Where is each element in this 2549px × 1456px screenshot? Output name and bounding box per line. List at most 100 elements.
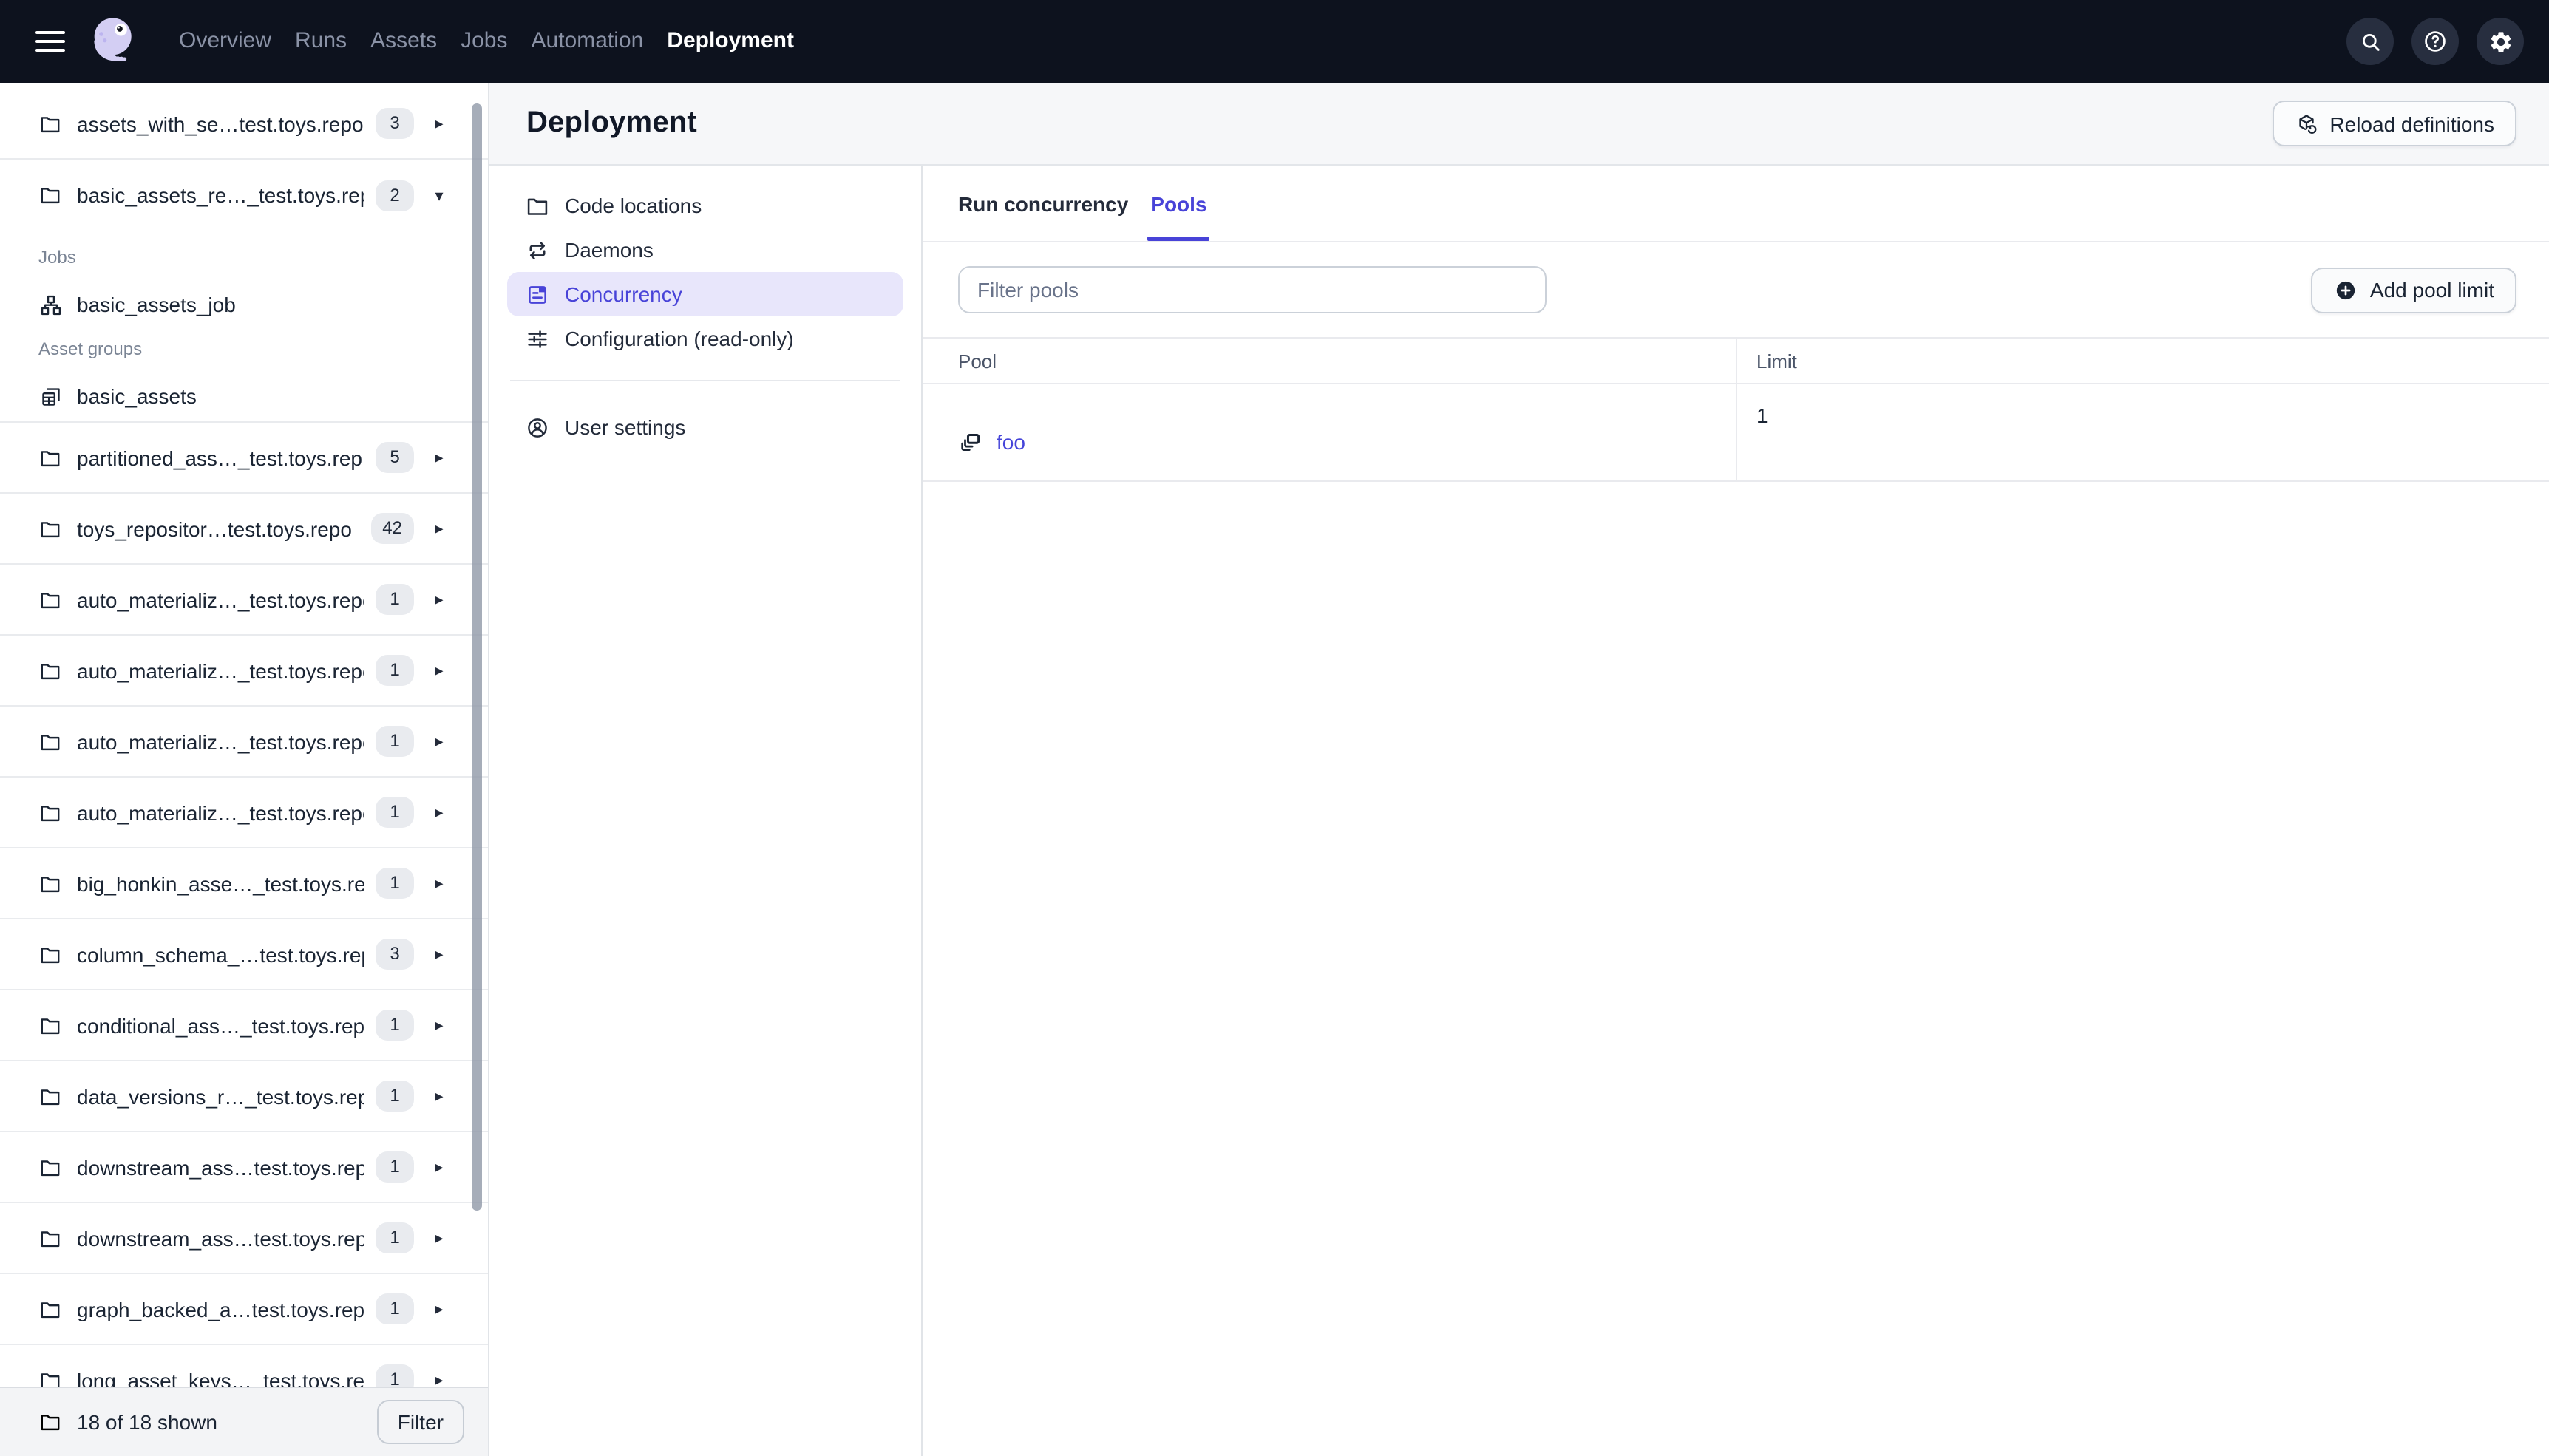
repo-count-badge: 1 bbox=[376, 1081, 414, 1112]
settings-nav-concurrency[interactable]: Concurrency bbox=[507, 272, 903, 316]
sidebar-repo-row[interactable]: data_versions_r…_test.toys.rep 1 ▸ bbox=[0, 1061, 488, 1132]
settings-nav-code-locations[interactable]: Code locations bbox=[507, 183, 903, 228]
section-label: Jobs bbox=[38, 247, 76, 268]
sidebar-repo-row[interactable]: conditional_ass…_test.toys.repo 1 ▸ bbox=[0, 990, 488, 1061]
chevron-right-icon[interactable]: ▸ bbox=[432, 661, 447, 680]
divider bbox=[510, 380, 900, 381]
menu-icon[interactable] bbox=[35, 31, 65, 52]
sidebar-repo-row[interactable]: auto_materializ…_test.toys.repo 1 ▸ bbox=[0, 707, 488, 778]
page-header: Deployment Reload definitions bbox=[489, 83, 2549, 166]
nav-item-assets[interactable]: Assets bbox=[370, 0, 437, 83]
sidebar-repo-row[interactable]: big_honkin_asse…_test.toys.rep 1 ▸ bbox=[0, 848, 488, 919]
chevron-right-icon[interactable]: ▸ bbox=[432, 114, 447, 133]
sidebar-repo-row[interactable]: downstream_ass…test.toys.rep 1 ▸ bbox=[0, 1132, 488, 1203]
chevron-right-icon[interactable]: ▸ bbox=[432, 1016, 447, 1035]
chevron-right-icon[interactable]: ▸ bbox=[432, 1299, 447, 1319]
reload-cube-icon bbox=[2294, 112, 2318, 135]
folder-icon bbox=[38, 800, 62, 824]
repo-label: toys_repositor…test.toys.repo bbox=[77, 517, 352, 540]
add-pool-limit-label: Add pool limit bbox=[2369, 278, 2494, 302]
sidebar-item-basic_assets_job[interactable]: basic_assets_job bbox=[38, 287, 449, 322]
repo-label: downstream_ass…test.toys.rep bbox=[77, 1226, 364, 1250]
repo-expanded-content: Jobs basic_assets_job Asset groups basic_as… bbox=[0, 231, 488, 423]
chevron-right-icon[interactable]: ▸ bbox=[432, 732, 447, 751]
chevron-right-icon[interactable]: ▸ bbox=[432, 945, 447, 964]
search-button[interactable] bbox=[2346, 18, 2394, 65]
repo-label: basic_assets_re…_test.toys.rep bbox=[77, 183, 364, 207]
chevron-right-icon[interactable]: ▸ bbox=[432, 1157, 447, 1177]
sidebar-repo-row[interactable]: assets_with_se…test.toys.repo 3 ▸ bbox=[0, 89, 488, 160]
repo-label: assets_with_se…test.toys.repo bbox=[77, 112, 364, 135]
filter-pools-input[interactable] bbox=[958, 266, 1547, 313]
help-button[interactable] bbox=[2411, 18, 2459, 65]
limit-value: 1 bbox=[1757, 404, 1768, 427]
sidebar-item-basic_assets[interactable]: basic_assets bbox=[38, 378, 449, 414]
nav-item-jobs[interactable]: Jobs bbox=[461, 0, 507, 83]
chevron-right-icon[interactable]: ▸ bbox=[432, 803, 447, 822]
table-row: foo 1 bbox=[923, 384, 2549, 482]
column-header-limit: Limit bbox=[1736, 339, 2549, 383]
limit-cell: 1 bbox=[1736, 384, 2549, 480]
chevron-right-icon[interactable]: ▸ bbox=[432, 519, 447, 538]
pool-link[interactable]: foo bbox=[997, 430, 1025, 454]
sidebar-repo-row[interactable]: basic_assets_re…_test.toys.rep 2 ▾ bbox=[0, 160, 488, 231]
reload-definitions-label: Reload definitions bbox=[2329, 112, 2494, 135]
repo-label: data_versions_r…_test.toys.rep bbox=[77, 1084, 364, 1108]
chevron-right-icon[interactable]: ▸ bbox=[432, 874, 447, 893]
nav-item-deployment[interactable]: Deployment bbox=[667, 0, 794, 83]
sidebar-item-label: basic_assets_job bbox=[77, 293, 236, 316]
repo-count-badge: 1 bbox=[376, 655, 414, 686]
chevron-right-icon[interactable]: ▸ bbox=[432, 448, 447, 467]
dagster-logo-icon[interactable] bbox=[86, 12, 145, 71]
settings-nav-daemons[interactable]: Daemons bbox=[507, 228, 903, 272]
sidebar-repo-row[interactable]: graph_backed_a…test.toys.repo 1 ▸ bbox=[0, 1274, 488, 1345]
settings-nav-label: Code locations bbox=[565, 194, 702, 217]
add-pool-limit-button[interactable]: Add pool limit bbox=[2310, 267, 2516, 313]
folder-icon bbox=[38, 517, 62, 540]
nav-item-runs[interactable]: Runs bbox=[295, 0, 347, 83]
sidebar-repo-row[interactable]: column_schema_…test.toys.rep 3 ▸ bbox=[0, 919, 488, 990]
repo-count-badge: 1 bbox=[376, 868, 414, 899]
repo-count-summary: 18 of 18 shown bbox=[77, 1410, 217, 1434]
folder-icon bbox=[38, 1226, 62, 1250]
concurrency-icon bbox=[525, 282, 550, 307]
nav-item-overview[interactable]: Overview bbox=[179, 0, 271, 83]
repo-label: auto_materializ…_test.toys.repo bbox=[77, 800, 364, 824]
tab-pools[interactable]: Pools bbox=[1147, 166, 1210, 241]
tab-run-concurrency[interactable]: Run concurrency bbox=[958, 166, 1128, 241]
settings-nav-configuration-read-only-[interactable]: Configuration (read-only) bbox=[507, 316, 903, 361]
nav-item-automation[interactable]: Automation bbox=[532, 0, 644, 83]
folder-icon bbox=[38, 729, 62, 753]
repo-count-badge: 1 bbox=[376, 1222, 414, 1253]
chevron-right-icon[interactable]: ▸ bbox=[432, 1086, 447, 1106]
dagster-app: Overview Runs Assets Jobs Automation Deployme… bbox=[0, 0, 2549, 1456]
settings-nav-user-settings[interactable]: User settings bbox=[507, 405, 903, 449]
sidebar-repo-row[interactable]: toys_repositor…test.toys.repo 42 ▸ bbox=[0, 494, 488, 565]
sidebar-repo-row[interactable]: long_asset_keys…_test.toys.rep 1 ▸ bbox=[0, 1345, 488, 1387]
repo-label: auto_materializ…_test.toys.repo bbox=[77, 729, 364, 753]
chevron-right-icon[interactable]: ▸ bbox=[432, 1228, 447, 1248]
repo-count-badge: 1 bbox=[376, 726, 414, 757]
reload-definitions-button[interactable]: Reload definitions bbox=[2272, 101, 2516, 146]
sidebar-scrollbar[interactable] bbox=[472, 103, 482, 1211]
pools-toolbar: Add pool limit bbox=[923, 242, 2549, 339]
sidebar-filter-button[interactable]: Filter bbox=[376, 1400, 464, 1444]
sidebar-repo-row[interactable]: auto_materializ…_test.toys.repo 1 ▸ bbox=[0, 636, 488, 707]
settings-button[interactable] bbox=[2477, 18, 2524, 65]
folder-icon bbox=[38, 659, 62, 682]
deployment-settings-nav: Code locations Daemons Concurrency Configur… bbox=[489, 166, 923, 1456]
chevron-down-icon[interactable]: ▾ bbox=[432, 186, 447, 205]
sidebar-repo-row[interactable]: downstream_ass…test.toys.rep 1 ▸ bbox=[0, 1203, 488, 1274]
chevron-right-icon[interactable]: ▸ bbox=[432, 1370, 447, 1387]
daemons-icon bbox=[525, 237, 550, 262]
folder-icon bbox=[38, 1084, 62, 1108]
repo-label: graph_backed_a…test.toys.repo bbox=[77, 1297, 364, 1321]
sidebar-repo-row[interactable]: auto_materializ…_test.toys.repo 1 ▸ bbox=[0, 778, 488, 848]
chevron-right-icon[interactable]: ▸ bbox=[432, 590, 447, 609]
sidebar-repo-row[interactable]: auto_materializ…_test.toys.repo 1 ▸ bbox=[0, 565, 488, 636]
repo-label: column_schema_…test.toys.rep bbox=[77, 942, 364, 966]
repo-count-badge: 42 bbox=[370, 513, 414, 544]
sidebar-repo-list: assets_with_se…test.toys.repo 3 ▸ basic_ass… bbox=[0, 83, 488, 1387]
sidebar-repo-row[interactable]: partitioned_ass…_test.toys.rep 5 ▸ bbox=[0, 423, 488, 494]
repo-label: long_asset_keys…_test.toys.rep bbox=[77, 1368, 364, 1387]
